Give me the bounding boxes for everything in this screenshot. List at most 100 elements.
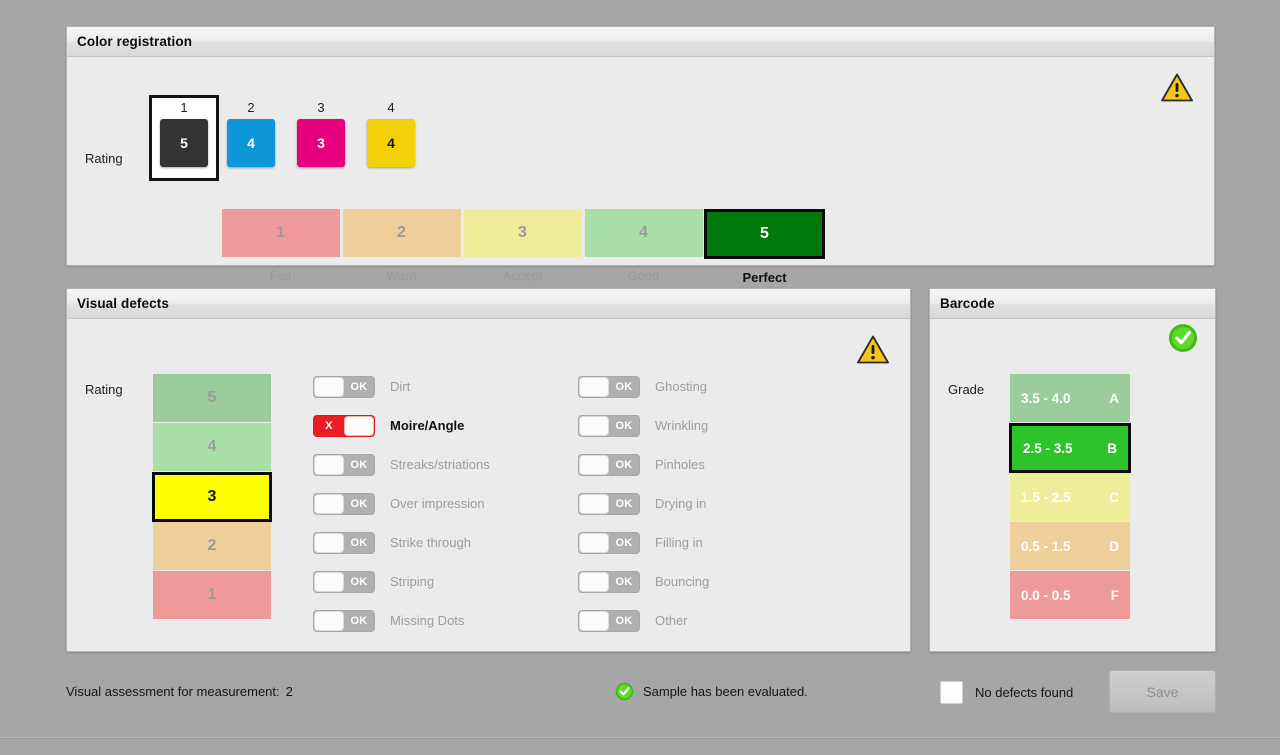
defect-row[interactable]: OK Pinholes bbox=[578, 445, 843, 484]
visual-defect-rating-box[interactable]: 4 bbox=[153, 423, 271, 471]
barcode-grade-row[interactable]: 1.5 - 2.5 C bbox=[1010, 473, 1130, 521]
barcode-grade-letter: F bbox=[1110, 587, 1119, 603]
scale-box[interactable]: 1 bbox=[221, 209, 340, 257]
visual-defects-header: Visual defects bbox=[67, 289, 910, 319]
defect-label: Strike through bbox=[390, 535, 471, 550]
cmyk-channel-4[interactable]: 4 4 bbox=[356, 95, 426, 181]
cmyk-channel-1[interactable]: 1 5 bbox=[149, 95, 219, 181]
defect-row[interactable]: OK Filling in bbox=[578, 523, 843, 562]
toggle-knob bbox=[579, 571, 609, 592]
no-defects-found-checkbox[interactable] bbox=[940, 681, 963, 704]
barcode-grade-range: 0.5 - 1.5 bbox=[1021, 538, 1071, 554]
scale-caption: Fail bbox=[270, 268, 291, 283]
toggle-knob bbox=[579, 610, 609, 631]
toggle-state-label: OK bbox=[350, 380, 368, 393]
defect-toggle[interactable]: OK bbox=[578, 375, 640, 398]
defect-row[interactable]: X Moire/Angle bbox=[313, 406, 578, 445]
defect-row[interactable]: OK Strike through bbox=[313, 523, 578, 562]
defect-label: Striping bbox=[390, 574, 435, 589]
defect-toggle[interactable]: OK bbox=[578, 492, 640, 515]
scale-box[interactable]: 3 bbox=[463, 209, 582, 257]
cmyk-channel-swatch[interactable]: 4 bbox=[227, 119, 275, 167]
barcode-grade-range: 2.5 - 3.5 bbox=[1023, 440, 1073, 456]
defect-row[interactable]: OK Dirt bbox=[313, 367, 578, 406]
bottom-divider bbox=[0, 737, 1280, 739]
scale-item-1[interactable]: 1 Fail bbox=[220, 209, 341, 285]
defect-row[interactable]: OK Ghosting bbox=[578, 367, 843, 406]
scale-item-4[interactable]: 4 Good bbox=[583, 209, 704, 285]
defect-column-right: OK Ghosting OK Wrinkling OK Pinholes OK … bbox=[578, 367, 843, 640]
barcode-grade-row[interactable]: 0.5 - 1.5 D bbox=[1010, 522, 1130, 570]
defect-row[interactable]: OK Drying in bbox=[578, 484, 843, 523]
visual-assessment-value: 2 bbox=[285, 684, 293, 699]
visual-defect-rating-box[interactable]: 3 bbox=[152, 472, 272, 522]
toggle-state-label: X bbox=[325, 419, 333, 432]
toggle-state-label: OK bbox=[350, 614, 368, 627]
color-registration-header: Color registration bbox=[67, 27, 1214, 57]
sample-evaluated-text: Sample has been evaluated. bbox=[643, 684, 808, 699]
defect-row[interactable]: OK Other bbox=[578, 601, 843, 640]
scale-item-2[interactable]: 2 Warn bbox=[341, 209, 462, 285]
defect-toggle[interactable]: OK bbox=[578, 531, 640, 554]
barcode-grade-letter: D bbox=[1109, 538, 1119, 554]
toggle-knob bbox=[579, 376, 609, 397]
visual-defect-rating-box[interactable]: 2 bbox=[153, 522, 271, 570]
barcode-panel: Barcode Grade 3.5 - 4.0 A 2.5 - 3.5 B 1.… bbox=[929, 288, 1216, 652]
defect-row[interactable]: OK Missing Dots bbox=[313, 601, 578, 640]
toggle-knob bbox=[314, 376, 344, 397]
defect-toggle[interactable]: OK bbox=[313, 453, 375, 476]
defect-toggle[interactable]: X bbox=[313, 414, 375, 437]
scale-caption: Warn bbox=[386, 268, 417, 283]
toggle-state-label: OK bbox=[350, 497, 368, 510]
defect-toggle-grid: OK Dirt X Moire/Angle OK Streaks/striati… bbox=[313, 367, 843, 640]
save-button[interactable]: Save bbox=[1109, 670, 1216, 713]
defect-toggle[interactable]: OK bbox=[313, 531, 375, 554]
cmyk-channel-3[interactable]: 3 3 bbox=[286, 95, 356, 181]
cmyk-channel-2[interactable]: 2 4 bbox=[216, 95, 286, 181]
barcode-grade-row[interactable]: 2.5 - 3.5 B bbox=[1009, 423, 1131, 473]
defect-label: Over impression bbox=[390, 496, 485, 511]
cmyk-channel-swatch[interactable]: 3 bbox=[297, 119, 345, 167]
defect-column-left: OK Dirt X Moire/Angle OK Streaks/striati… bbox=[313, 367, 578, 640]
defect-row[interactable]: OK Streaks/striations bbox=[313, 445, 578, 484]
defect-row[interactable]: OK Over impression bbox=[313, 484, 578, 523]
toggle-state-label: OK bbox=[350, 575, 368, 588]
scale-box[interactable]: 2 bbox=[342, 209, 461, 257]
defect-toggle[interactable]: OK bbox=[578, 453, 640, 476]
visual-defect-rating-box[interactable]: 1 bbox=[153, 571, 271, 619]
defect-toggle[interactable]: OK bbox=[313, 609, 375, 632]
toggle-state-label: OK bbox=[615, 614, 633, 627]
cmyk-channel-swatch[interactable]: 4 bbox=[367, 119, 415, 167]
toggle-knob bbox=[344, 415, 374, 436]
defect-label: Pinholes bbox=[655, 457, 705, 472]
defect-row[interactable]: OK Striping bbox=[313, 562, 578, 601]
cmyk-channel-swatch[interactable]: 5 bbox=[160, 119, 208, 167]
defect-toggle[interactable]: OK bbox=[313, 570, 375, 593]
toggle-knob bbox=[579, 415, 609, 436]
scale-box[interactable]: 5 bbox=[704, 209, 825, 259]
barcode-grade-row[interactable]: 0.0 - 0.5 F bbox=[1010, 571, 1130, 619]
defect-toggle[interactable]: OK bbox=[578, 570, 640, 593]
toggle-knob bbox=[314, 610, 344, 631]
no-defects-found-control[interactable]: No defects found bbox=[928, 681, 1073, 704]
defect-toggle[interactable]: OK bbox=[578, 414, 640, 437]
defect-row[interactable]: OK Bouncing bbox=[578, 562, 843, 601]
sample-evaluated-status: Sample has been evaluated. bbox=[606, 682, 808, 701]
scale-box[interactable]: 4 bbox=[584, 209, 703, 257]
defect-toggle[interactable]: OK bbox=[313, 375, 375, 398]
scale-item-3[interactable]: 3 Accept bbox=[462, 209, 583, 285]
scale-item-5[interactable]: 5 Perfect bbox=[704, 209, 825, 285]
toggle-knob bbox=[314, 571, 344, 592]
defect-toggle[interactable]: OK bbox=[313, 492, 375, 515]
check-circle-icon bbox=[615, 682, 634, 701]
visual-defect-rating-box[interactable]: 5 bbox=[153, 374, 271, 422]
color-registration-scale: 1 Fail 2 Warn 3 Accept 4 Good 5 Perfect bbox=[220, 209, 825, 285]
toggle-state-label: OK bbox=[615, 497, 633, 510]
defect-label: Drying in bbox=[655, 496, 707, 511]
defect-row[interactable]: OK Wrinkling bbox=[578, 406, 843, 445]
defect-toggle[interactable]: OK bbox=[578, 609, 640, 632]
visual-defects-title: Visual defects bbox=[77, 296, 169, 311]
visual-defects-panel: Visual defects Rating 5 4 3 2 1 OK Dirt … bbox=[66, 288, 911, 652]
barcode-grade-row[interactable]: 3.5 - 4.0 A bbox=[1010, 374, 1130, 422]
visual-assessment-label: Visual assessment for measurement: bbox=[66, 684, 280, 699]
